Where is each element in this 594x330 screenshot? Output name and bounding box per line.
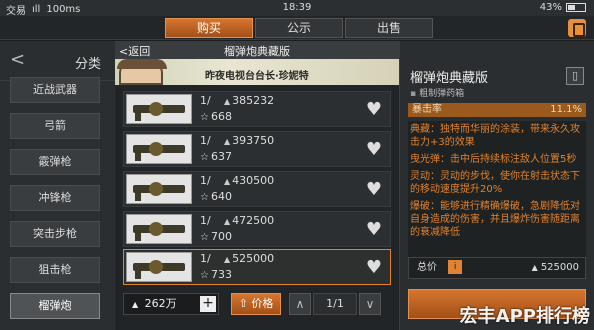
promo-banner[interactable]: 昨夜电视台台长·珍妮特: [115, 59, 399, 85]
gun-drum: [149, 260, 163, 274]
gun-stock: [135, 231, 141, 241]
row-price: 430500: [224, 174, 274, 187]
stat-value: 11.1%: [550, 104, 582, 115]
sidebar-item-shotgun[interactable]: 霰弹枪: [10, 149, 100, 175]
weapon-thumbnail: [126, 252, 192, 282]
heart-icon[interactable]: ♥: [366, 141, 382, 159]
sidebar-item-bow[interactable]: 弓箭: [10, 113, 100, 139]
record-icon[interactable]: [568, 19, 586, 37]
total-label: 总价: [417, 262, 437, 273]
row-price: 472500: [224, 214, 274, 227]
stat-label: 暴击率: [412, 104, 442, 115]
gun-drum: [149, 222, 163, 236]
sidebar-header: < 分类: [0, 41, 115, 81]
detail-description: 典藏：独特而华丽的涂装，带来永久攻击力+3的效果 曳光弹：击中后持续标注敌人位置…: [408, 121, 586, 261]
detail-subtitle: 粗制弹药箱: [410, 86, 464, 99]
sidebar-item-smg[interactable]: 冲锋枪: [10, 185, 100, 211]
row-rating: 640: [200, 190, 232, 203]
sidebar-title: 分类: [74, 57, 101, 72]
add-coins-button[interactable]: +: [200, 296, 216, 312]
weapon-thumbnail: [126, 94, 192, 124]
top-tab-bar: 购买 公示 出售: [0, 16, 594, 40]
row-quantity: 1/: [200, 134, 211, 147]
battery-icon: [566, 3, 586, 12]
listing-footer: 262万 + ⇧ 价格 ∧ 1/1 ∨: [115, 289, 399, 319]
row-rating: 700: [200, 230, 232, 243]
sidebar-item-assault-rifle[interactable]: 突击步枪: [10, 221, 100, 247]
status-time: 18:39: [282, 2, 312, 13]
row-rating: 637: [200, 150, 232, 163]
total-price: 525000: [532, 258, 579, 278]
row-price: 393750: [224, 134, 274, 147]
listing-header: <返回 榴弹炮典藏版: [115, 41, 399, 59]
gun-drum: [149, 102, 163, 116]
page-indicator: 1/1: [313, 293, 357, 315]
gun-drum: [149, 182, 163, 196]
status-bar: 交易 ıll 100ms 18:39 43%: [0, 0, 594, 17]
tab-buy[interactable]: 购买: [165, 18, 253, 38]
listing-row[interactable]: 1/ 385232 668 ♥: [123, 91, 391, 127]
desc-line: 爆破：能够进行精确爆破，急剧降低对自身造成的伤害，并且爆炸伤害随距离的衰减降低: [410, 201, 580, 238]
page-next-button[interactable]: ∨: [359, 293, 381, 315]
listing-row-selected[interactable]: 1/ 525000 733 ♥: [123, 249, 391, 285]
gun-stock: [135, 151, 141, 161]
heart-icon[interactable]: ♥: [366, 221, 382, 239]
sidebar-item-sniper[interactable]: 狙击枪: [10, 257, 100, 283]
stat-bar: 暴击率 11.1%: [408, 103, 586, 117]
row-quantity: 1/: [200, 252, 211, 265]
listing-panel: <返回 榴弹炮典藏版 昨夜电视台台长·珍妮特 1/ 385232 668 ♥ 1…: [115, 41, 399, 330]
category-sidebar: < 分类 近战武器 弓箭 霰弹枪 冲锋枪 突击步枪 狙击枪 榴弹炮: [0, 41, 115, 330]
gun-drum: [149, 142, 163, 156]
listing-row[interactable]: 1/ 472500 700 ♥: [123, 211, 391, 247]
battery-percent: 43%: [539, 2, 562, 13]
weapon-thumbnail: [126, 174, 192, 204]
desc-line: 典藏：独特而华丽的涂装，带来永久攻击力+3的效果: [410, 124, 580, 148]
trash-icon[interactable]: ▯: [566, 67, 584, 85]
detail-panel: 榴弹炮典藏版 粗制弹药箱 ▯ 暴击率 11.1% 典藏：独特而华丽的涂装，带来永…: [399, 41, 594, 330]
listing-title: 榴弹炮典藏版: [224, 45, 290, 58]
watermark-text: 宏丰APP排行榜: [459, 306, 590, 327]
row-quantity: 1/: [200, 94, 211, 107]
desc-line: 灵动：灵动的步伐，使你在射击状态下的移动速度提升20%: [410, 171, 580, 195]
sort-up-icon: ⇧: [238, 297, 248, 310]
row-rating: 733: [200, 268, 232, 281]
listing-row[interactable]: 1/ 430500 640 ♥: [123, 171, 391, 207]
tab-sell[interactable]: 出售: [345, 18, 433, 38]
coin-balance-value: 262万: [144, 297, 177, 310]
row-price: 525000: [224, 252, 274, 265]
sidebar-item-grenade-launcher[interactable]: 榴弹炮: [10, 293, 100, 319]
gun-stock: [135, 269, 141, 279]
weapon-thumbnail: [126, 134, 192, 164]
page-prev-button[interactable]: ∧: [289, 293, 311, 315]
gun-stock: [135, 111, 141, 121]
sidebar-back-button[interactable]: <: [10, 49, 25, 70]
detail-title: 榴弹炮典藏版: [410, 71, 489, 86]
info-icon[interactable]: i: [448, 260, 463, 274]
row-quantity: 1/: [200, 214, 211, 227]
banner-text: 昨夜电视台台长·珍妮特: [205, 71, 309, 82]
coin-balance: 262万 +: [123, 293, 219, 315]
sort-by-price-button[interactable]: ⇧ 价格: [231, 293, 281, 315]
row-price: 385232: [224, 94, 274, 107]
heart-icon[interactable]: ♥: [366, 101, 382, 119]
tab-notice[interactable]: 公示: [255, 18, 343, 38]
row-rating: 668: [200, 110, 232, 123]
total-price-bar: 总价 i 525000: [408, 257, 586, 279]
listing-row[interactable]: 1/ 393750 637 ♥: [123, 131, 391, 167]
heart-icon[interactable]: ♥: [366, 181, 382, 199]
character-hair: [117, 59, 167, 69]
heart-icon[interactable]: ♥: [366, 259, 382, 277]
sort-label: 价格: [251, 297, 274, 310]
gun-stock: [135, 191, 141, 201]
desc-line: 曳光弹：击中后持续标注敌人位置5秒: [410, 154, 577, 165]
sidebar-item-melee[interactable]: 近战武器: [10, 77, 100, 103]
row-quantity: 1/: [200, 174, 211, 187]
weapon-thumbnail: [126, 214, 192, 244]
